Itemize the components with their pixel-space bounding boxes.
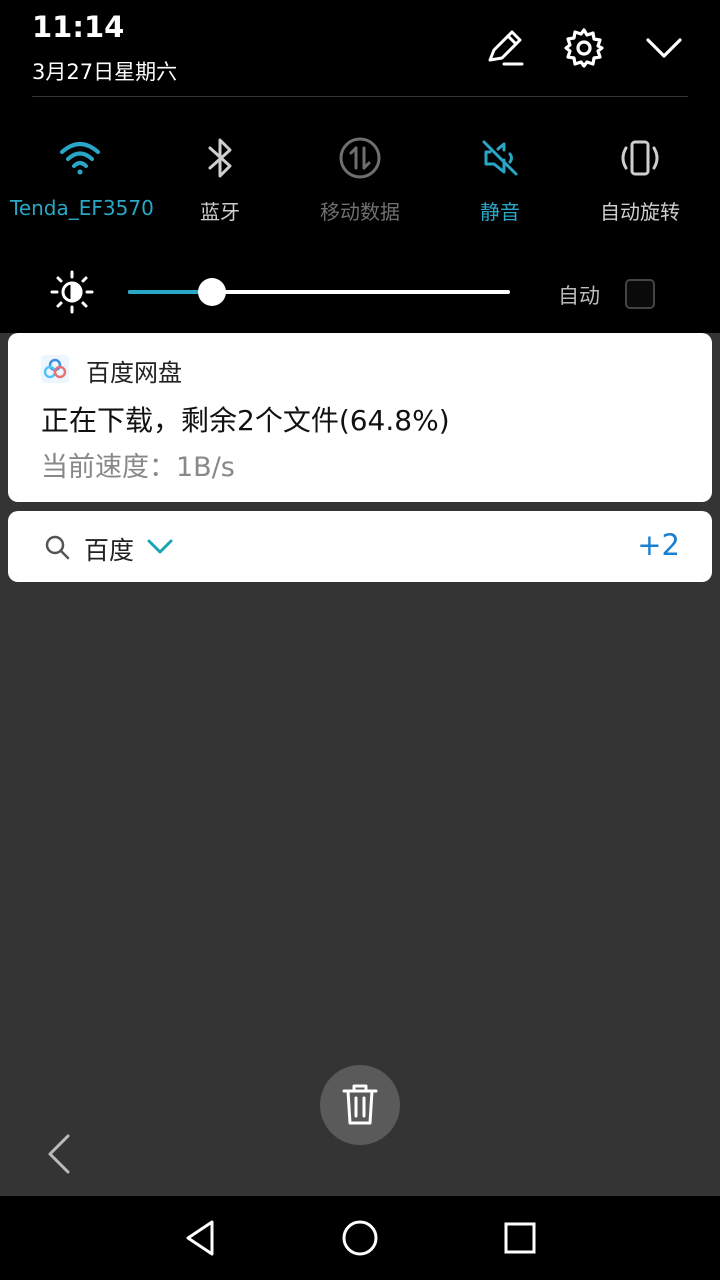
baidu-netdisk-icon	[41, 355, 69, 383]
chevron-down-icon	[646, 38, 682, 58]
auto-brightness-checkbox[interactable]	[625, 279, 655, 309]
auto-brightness-label: 自动	[558, 284, 600, 308]
search-icon	[45, 535, 70, 560]
nav-home-button[interactable]	[336, 1214, 384, 1262]
search-notification-label: 百度	[84, 536, 135, 565]
tile-auto-rotate[interactable]: 自动旋转	[570, 130, 710, 230]
bluetooth-icon	[208, 138, 232, 178]
mobile-data-icon	[339, 137, 381, 179]
mute-icon	[482, 140, 518, 176]
nav-back-button[interactable]	[176, 1214, 224, 1262]
chevron-down-icon[interactable]	[146, 535, 174, 559]
status-time: 11:14	[32, 10, 125, 44]
header-divider	[32, 96, 688, 97]
clear-all-button[interactable]	[320, 1065, 400, 1145]
tile-mute[interactable]: 静音	[430, 130, 570, 230]
pencil-icon	[488, 30, 524, 66]
back-triangle-icon	[186, 1220, 214, 1256]
trash-icon	[342, 1084, 378, 1125]
home-circle-icon	[342, 1220, 378, 1256]
wifi-icon	[60, 142, 100, 175]
collapse-button[interactable]	[642, 26, 686, 70]
tile-wifi[interactable]: Tenda_EF3570	[10, 130, 154, 230]
search-notification[interactable]: 百度 +2	[8, 511, 712, 582]
app-name: 百度网盘	[86, 359, 182, 387]
tile-mute-label: 静音	[480, 200, 520, 224]
edit-button[interactable]	[482, 26, 526, 70]
tile-mobile-data-label: 移动数据	[320, 200, 400, 224]
left-arrow-icon[interactable]	[40, 1130, 74, 1178]
tile-wifi-label: Tenda_EF3570	[10, 196, 154, 220]
brightness-slider[interactable]	[128, 278, 510, 306]
settings-button[interactable]	[562, 26, 606, 70]
brightness-icon	[50, 270, 94, 314]
notification-title: 正在下载，剩余2个文件(64.8%)	[41, 404, 450, 437]
brightness-thumb[interactable]	[198, 278, 226, 306]
tile-auto-rotate-label: 自动旋转	[600, 200, 680, 224]
navigation-bar	[0, 1196, 720, 1280]
tile-bluetooth-label: 蓝牙	[200, 200, 240, 224]
gear-icon	[564, 28, 604, 68]
download-notification[interactable]: 百度网盘 正在下载，剩余2个文件(64.8%) 当前速度：1B/s	[8, 333, 712, 502]
tile-mobile-data[interactable]: 移动数据	[290, 130, 430, 230]
notification-text: 当前速度：1B/s	[41, 452, 235, 483]
nav-recents-button[interactable]	[496, 1214, 544, 1262]
more-notifications-count[interactable]: +2	[637, 528, 680, 562]
rotate-icon	[621, 140, 659, 176]
recents-square-icon	[504, 1222, 536, 1254]
tile-bluetooth[interactable]: 蓝牙	[150, 130, 290, 230]
status-date: 3月27日星期六	[32, 60, 178, 84]
